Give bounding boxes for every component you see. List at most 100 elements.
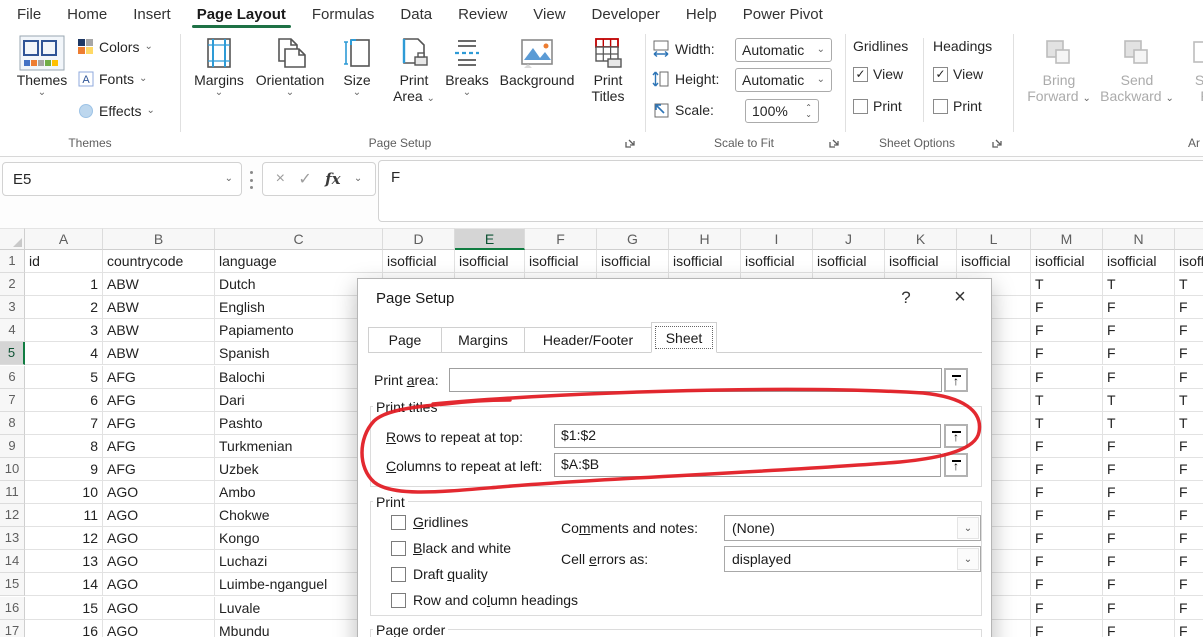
grid-cell-M1[interactable]: isofficial (1031, 250, 1103, 273)
grid-cell-A17[interactable]: 16 (25, 620, 103, 637)
row-header-16[interactable]: 16 (0, 597, 25, 620)
column-header-O[interactable]: O (1175, 228, 1203, 250)
grid-cell-M5[interactable]: F (1031, 342, 1103, 365)
column-header-E[interactable]: E (455, 228, 525, 250)
grid-cell-O16[interactable]: F (1175, 597, 1203, 620)
orientation-button[interactable]: Orientation⌄ (252, 34, 328, 98)
gridlines-checkbox[interactable] (391, 515, 406, 530)
grid-cell-A13[interactable]: 12 (25, 527, 103, 550)
bring-forward-button[interactable]: Bring Forward ⌄ (1028, 34, 1090, 104)
grid-cell-B8[interactable]: AFG (103, 412, 215, 435)
grid-cell-M17[interactable]: F (1031, 620, 1103, 637)
grid-cell-N17[interactable]: F (1103, 620, 1175, 637)
row-header-17[interactable]: 17 (0, 620, 25, 637)
checkbox-icon[interactable]: ✓ (853, 67, 868, 82)
name-box[interactable]: E5 ⌄ (2, 162, 242, 196)
ribbon-tab-file[interactable]: File (4, 0, 54, 28)
grid-cell-B17[interactable]: AGO (103, 620, 215, 637)
grid-cell-A11[interactable]: 10 (25, 481, 103, 504)
checkbox-icon[interactable] (933, 99, 948, 114)
dialog-tab-page[interactable]: Page (368, 327, 442, 352)
grid-cell-B14[interactable]: AGO (103, 550, 215, 573)
ribbon-tab-data[interactable]: Data (387, 0, 445, 28)
column-header-M[interactable]: M (1031, 228, 1103, 250)
grid-cell-O2[interactable]: T (1175, 273, 1203, 296)
row-header-3[interactable]: 3 (0, 296, 25, 319)
grid-cell-A2[interactable]: 1 (25, 273, 103, 296)
themes-button[interactable]: Themes ⌄ (12, 34, 72, 98)
chevron-down-icon[interactable]: ⌄ (354, 174, 362, 184)
checkbox-icon[interactable]: ✓ (933, 67, 948, 82)
sheet-options-dialog-launcher-icon[interactable] (991, 137, 1004, 150)
grid-cell-M12[interactable]: F (1031, 504, 1103, 527)
grid-cell-O17[interactable]: F (1175, 620, 1203, 637)
ribbon-tab-page-layout[interactable]: Page Layout (184, 0, 299, 28)
grid-cell-O11[interactable]: F (1175, 481, 1203, 504)
grid-cell-N5[interactable]: F (1103, 342, 1175, 365)
colors-button[interactable]: Colors⌄ (78, 39, 153, 55)
ribbon-tab-help[interactable]: Help (673, 0, 730, 28)
grid-cell-A5[interactable]: 4 (25, 342, 103, 365)
grid-cell-A14[interactable]: 13 (25, 550, 103, 573)
gridlines-print-checkbox[interactable]: Print (853, 98, 902, 114)
grid-cell-M14[interactable]: F (1031, 550, 1103, 573)
row-header-8[interactable]: 8 (0, 412, 25, 435)
rows-to-repeat-input[interactable]: $1:$2 (554, 424, 941, 448)
effects-button[interactable]: Effects⌄ (78, 103, 155, 119)
select-all-corner[interactable] (0, 228, 25, 250)
grid-cell-M7[interactable]: T (1031, 389, 1103, 412)
size-button[interactable]: Size⌄ (330, 34, 384, 98)
grid-cell-A15[interactable]: 14 (25, 573, 103, 596)
fonts-button[interactable]: A Fonts⌄ (78, 71, 147, 87)
row-header-2[interactable]: 2 (0, 273, 25, 296)
row-header-7[interactable]: 7 (0, 389, 25, 412)
help-button[interactable]: ? (894, 288, 918, 308)
grid-cell-N9[interactable]: F (1103, 435, 1175, 458)
grid-cell-O9[interactable]: F (1175, 435, 1203, 458)
selection-pane-button[interactable]: Sel P (1180, 34, 1203, 104)
grid-cell-B11[interactable]: AGO (103, 481, 215, 504)
grid-cell-M2[interactable]: T (1031, 273, 1103, 296)
grid-cell-E1[interactable]: isofficial (455, 250, 525, 273)
ribbon-tab-formulas[interactable]: Formulas (299, 0, 388, 28)
grid-cell-O15[interactable]: F (1175, 573, 1203, 596)
grid-cell-N10[interactable]: F (1103, 458, 1175, 481)
grid-cell-C1[interactable]: language (215, 250, 383, 273)
grid-cell-M13[interactable]: F (1031, 527, 1103, 550)
rows-to-repeat-collapse-button[interactable]: ↑ (944, 424, 968, 448)
row-header-12[interactable]: 12 (0, 504, 25, 527)
row-header-13[interactable]: 13 (0, 527, 25, 550)
grid-cell-A12[interactable]: 11 (25, 504, 103, 527)
dialog-tab-sheet[interactable]: Sheet (651, 322, 717, 353)
spinner-arrows-icon[interactable]: ⌃⌄ (805, 104, 812, 118)
column-header-K[interactable]: K (885, 228, 957, 250)
grid-cell-B1[interactable]: countrycode (103, 250, 215, 273)
row-header-4[interactable]: 4 (0, 319, 25, 342)
ribbon-tab-insert[interactable]: Insert (120, 0, 184, 28)
row-header-15[interactable]: 15 (0, 573, 25, 596)
grid-cell-A7[interactable]: 6 (25, 389, 103, 412)
formula-bar-input[interactable]: F (378, 160, 1203, 222)
column-header-N[interactable]: N (1103, 228, 1175, 250)
grid-cell-O13[interactable]: F (1175, 527, 1203, 550)
formula-bar-drag-dots-icon[interactable] (250, 171, 253, 189)
grid-cell-O4[interactable]: F (1175, 319, 1203, 342)
draft-quality-checkbox[interactable] (391, 567, 406, 582)
column-header-G[interactable]: G (597, 228, 669, 250)
cell-errors-as-dropdown[interactable]: displayed ⌄ (724, 546, 981, 572)
cancel-icon[interactable]: × (276, 170, 285, 188)
print-area-button[interactable]: PrintArea ⌄ (386, 34, 442, 104)
grid-cell-N7[interactable]: T (1103, 389, 1175, 412)
grid-cell-O1[interactable]: isofficial (1175, 250, 1203, 273)
row-header-11[interactable]: 11 (0, 481, 25, 504)
grid-cell-N2[interactable]: T (1103, 273, 1175, 296)
grid-cell-B4[interactable]: ABW (103, 319, 215, 342)
gridlines-view-checkbox[interactable]: ✓View (853, 66, 903, 82)
headings-print-checkbox[interactable]: Print (933, 98, 982, 114)
grid-cell-N14[interactable]: F (1103, 550, 1175, 573)
grid-cell-N12[interactable]: F (1103, 504, 1175, 527)
column-header-F[interactable]: F (525, 228, 597, 250)
column-header-J[interactable]: J (813, 228, 885, 250)
grid-cell-A3[interactable]: 2 (25, 296, 103, 319)
background-button[interactable]: Background (494, 34, 580, 88)
